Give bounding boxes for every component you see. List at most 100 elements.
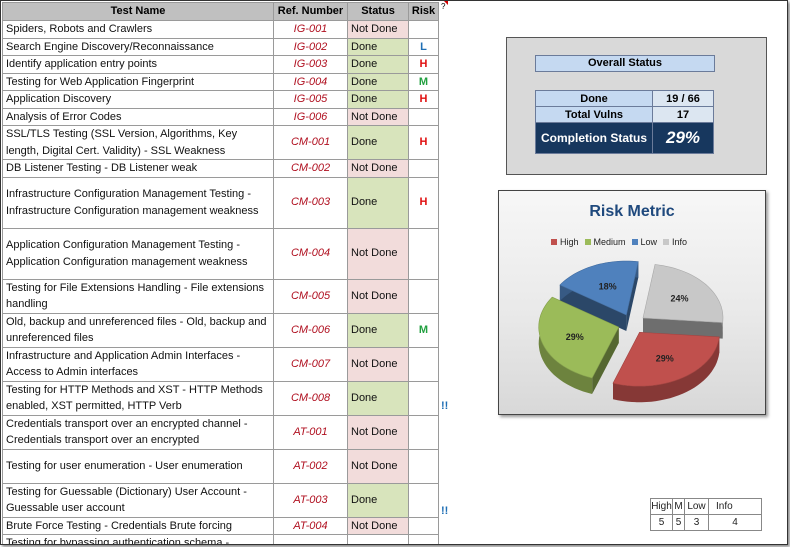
status-cell[interactable]: Done [347,55,409,74]
test-name-cell[interactable]: Testing for bypassing authentication sch… [2,534,274,544]
ref-number-cell[interactable]: CM-005 [273,278,348,314]
table-row: Brute Force Testing - Credentials Brute … [2,516,439,535]
test-name-cell[interactable]: Brute Force Testing - Credentials Brute … [2,516,274,535]
risk-cell[interactable] [408,20,439,39]
test-name-cell[interactable]: Testing for HTTP Methods and XST - HTTP … [2,380,274,416]
ref-number-cell[interactable]: IG-002 [273,37,348,56]
ref-number-cell[interactable]: CM-006 [273,312,348,348]
ref-number-cell[interactable]: CM-007 [273,346,348,382]
ref-number-cell[interactable]: AT-004 [273,516,348,535]
ref-number-cell[interactable]: IG-003 [273,55,348,74]
risk-cell[interactable] [408,159,439,178]
status-cell[interactable]: Not Done [347,278,409,314]
status-cell[interactable]: Not Done [347,516,409,535]
status-cell[interactable] [347,534,409,544]
table-row: Infrastructure and Application Admin Int… [2,346,439,382]
ref-number-cell[interactable]: AT-003 [273,482,348,518]
summary-value-low[interactable]: 3 [684,514,709,531]
summary-value-info[interactable]: 4 [708,514,762,531]
test-name-cell[interactable]: Testing for user enumeration - User enum… [2,448,274,484]
summary-value-medium[interactable]: 5 [672,514,685,531]
risk-cell[interactable]: L [408,37,439,56]
risk-cell[interactable]: M [408,72,439,91]
table-row: Search Engine Discovery/Reconnaissance IG… [2,37,439,56]
risk-cell[interactable]: M [408,312,439,348]
total-vulns-value[interactable]: 17 [652,106,714,123]
risk-cell[interactable] [408,227,439,280]
status-cell[interactable]: Not Done [347,227,409,280]
risk-cell[interactable] [408,380,439,416]
risk-cell[interactable]: H [408,176,439,229]
test-name-cell[interactable]: Application Configuration Management Tes… [2,227,274,280]
table-row: SSL/TLS Testing (SSL Version, Algorithms… [2,125,439,160]
ref-number-cell[interactable]: CM-004 [273,227,348,280]
test-name-cell[interactable]: SSL/TLS Testing (SSL Version, Algorithms… [2,125,274,160]
risk-cell[interactable] [408,482,439,518]
ref-number-cell[interactable]: CM-003 [273,176,348,229]
risk-cell[interactable]: H [408,55,439,74]
test-checklist-table: Test Name Ref. Number Status Risk Spider… [2,2,439,544]
ref-number-cell[interactable]: AT-001 [273,414,348,450]
status-cell[interactable]: Not Done [347,414,409,450]
status-cell[interactable]: Done [347,176,409,229]
test-name-cell[interactable]: Testing for Web Application Fingerprint [2,72,274,91]
test-name-cell[interactable]: DB Listener Testing - DB Listener weak [2,159,274,178]
ref-number-cell[interactable]: CM-001 [273,125,348,160]
test-name-cell[interactable]: Credentials transport over an encrypted … [2,414,274,450]
status-cell[interactable]: Done [347,482,409,518]
test-name-cell[interactable]: Infrastructure and Application Admin Int… [2,346,274,382]
status-cell[interactable]: Done [347,72,409,91]
risk-cell[interactable] [408,278,439,314]
risk-cell[interactable] [408,107,439,126]
header-test-name[interactable]: Test Name [2,2,274,21]
summary-header-medium: M [672,498,685,515]
ref-number-cell[interactable]: IG-004 [273,72,348,91]
header-ref-number[interactable]: Ref. Number [273,2,348,21]
status-cell[interactable]: Done [347,125,409,160]
table-row: Testing for bypassing authentication sch… [2,534,439,544]
status-cell[interactable]: Done [347,37,409,56]
risk-cell[interactable] [408,414,439,450]
status-cell[interactable]: Not Done [347,107,409,126]
test-name-cell[interactable]: Infrastructure Configuration Management … [2,176,274,229]
ref-number-cell[interactable]: IG-001 [273,20,348,39]
status-cell[interactable]: Done [347,90,409,109]
risk-cell[interactable] [408,516,439,535]
risk-cell[interactable]: H [408,90,439,109]
completion-value[interactable]: 29% [652,122,714,154]
risk-summary-table: High M Low Info 5 5 3 4 [650,498,762,531]
ref-number-cell[interactable]: IG-005 [273,90,348,109]
status-cell[interactable]: Not Done [347,448,409,484]
risk-metric-chart[interactable]: Risk Metric High Medium Low Info 29% 29% 18% 2… [498,190,766,415]
test-name-cell[interactable]: Testing for Guessable (Dictionary) User … [2,482,274,518]
spreadsheet-window: Test Name Ref. Number Status Risk Spider… [0,0,788,545]
ref-number-cell[interactable]: CM-008 [273,380,348,416]
done-value[interactable]: 19 / 66 [652,90,714,107]
test-name-cell[interactable]: Application Discovery [2,90,274,109]
summary-header-high: High [650,498,673,515]
table-row: Testing for Web Application Fingerprint I… [2,72,439,91]
risk-cell[interactable] [408,448,439,484]
ref-number-cell[interactable]: IG-006 [273,107,348,126]
status-cell[interactable]: Not Done [347,20,409,39]
header-risk[interactable]: Risk [408,2,439,21]
status-cell[interactable]: Not Done [347,159,409,178]
header-status[interactable]: Status [347,2,409,21]
test-name-cell[interactable]: Testing for File Extensions Handling - F… [2,278,274,314]
test-name-cell[interactable]: Analysis of Error Codes [2,107,274,126]
test-name-cell[interactable]: Search Engine Discovery/Reconnaissance [2,37,274,56]
risk-cell[interactable]: H [408,125,439,160]
status-cell[interactable]: Not Done [347,346,409,382]
risk-cell[interactable] [408,534,439,544]
risk-cell[interactable] [408,346,439,382]
status-cell[interactable]: Done [347,312,409,348]
test-name-cell[interactable]: Spiders, Robots and Crawlers [2,20,274,39]
status-cell[interactable]: Done [347,380,409,416]
ref-number-cell[interactable]: AT-002 [273,448,348,484]
ref-number-cell[interactable]: CM-002 [273,159,348,178]
table-row: Application Configuration Management Tes… [2,227,439,280]
test-name-cell[interactable]: Old, backup and unreferenced files - Old… [2,312,274,348]
test-name-cell[interactable]: Identify application entry points [2,55,274,74]
ref-number-cell[interactable] [273,534,348,544]
summary-value-high[interactable]: 5 [650,514,673,531]
